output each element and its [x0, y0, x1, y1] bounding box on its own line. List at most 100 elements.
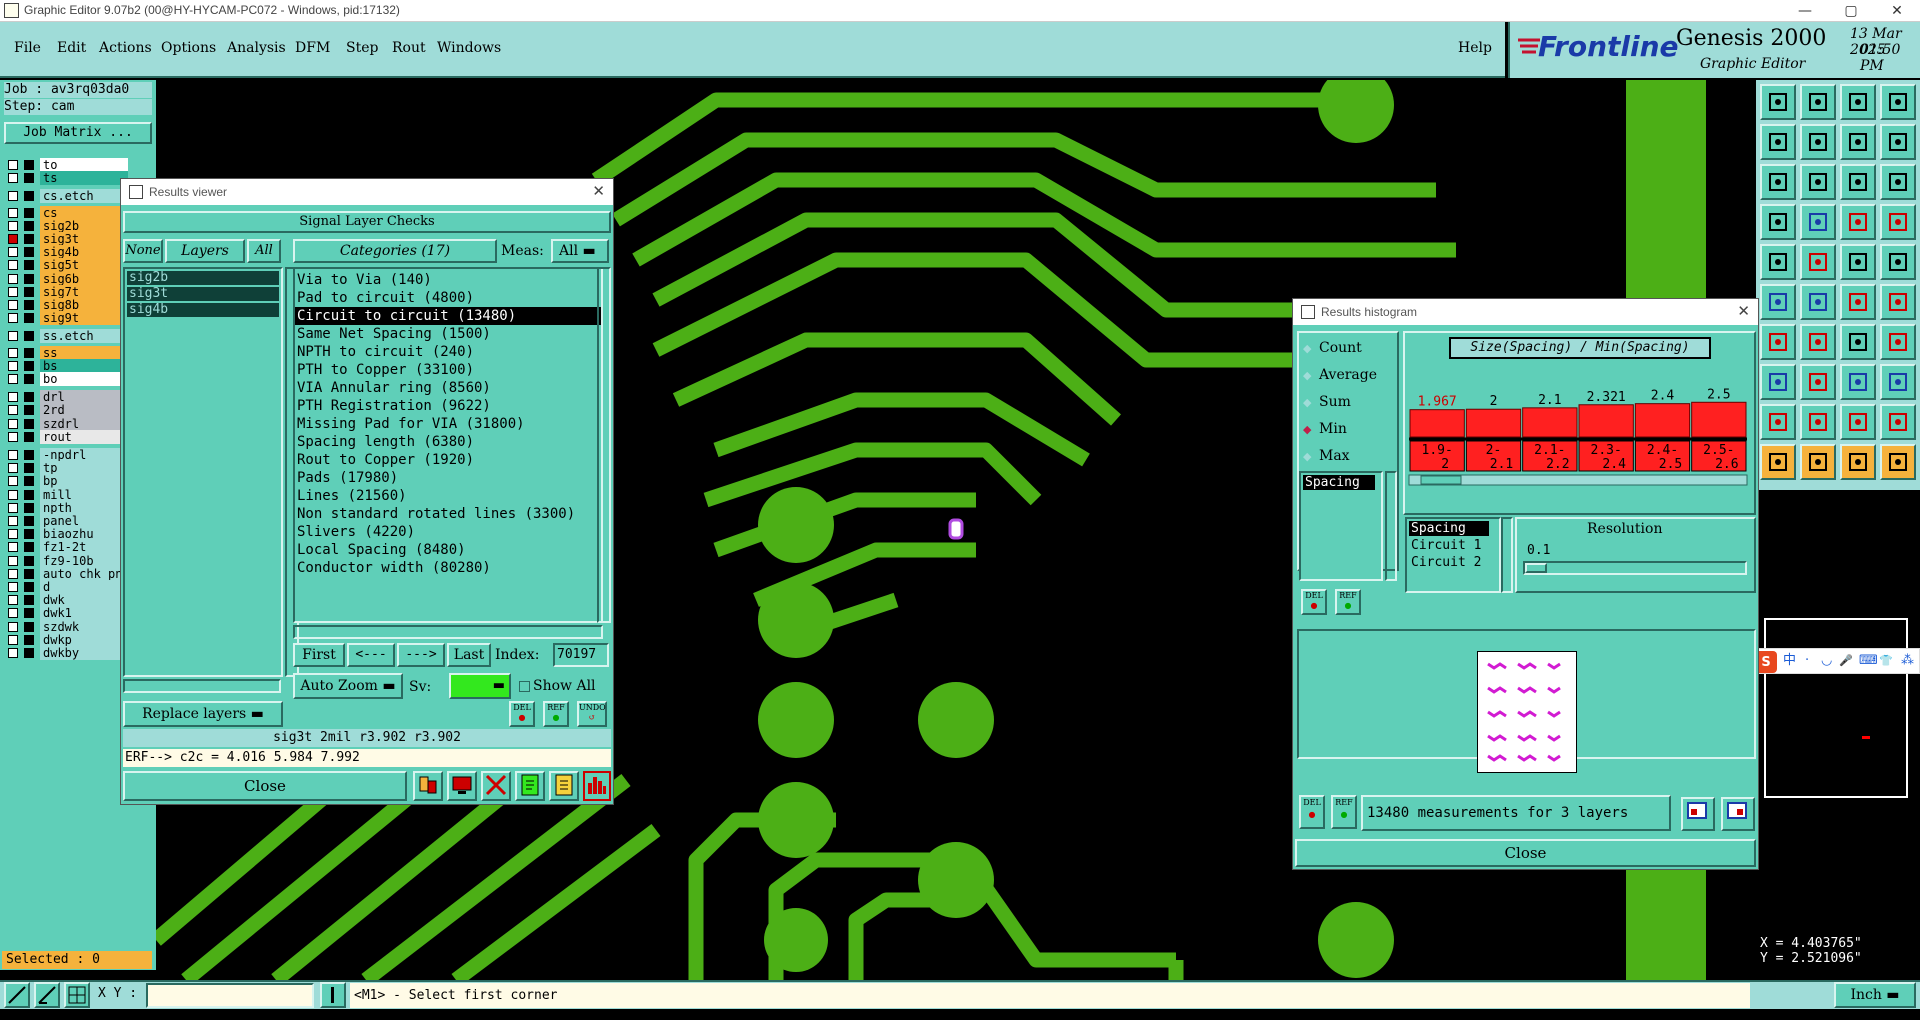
- layer-name[interactable]: bs: [40, 358, 128, 373]
- layer-row-szdwk[interactable]: szdwk: [8, 619, 128, 634]
- layer-checkbox[interactable]: [8, 173, 18, 184]
- layer-row-sig8b[interactable]: sig8b: [8, 298, 128, 312]
- align-icon[interactable]: [1880, 204, 1916, 240]
- close-window-button[interactable]: ✕: [1874, 0, 1920, 22]
- maximize-button[interactable]: ▢: [1828, 0, 1874, 22]
- layer-checkbox[interactable]: [8, 608, 18, 619]
- menu-rout[interactable]: Rout: [392, 40, 426, 56]
- none-button[interactable]: None: [123, 239, 163, 263]
- crossed-tool-icon[interactable]: [481, 771, 511, 801]
- layer-checkbox[interactable]: [8, 463, 18, 474]
- layer-row-sig3t[interactable]: sig3t: [8, 232, 128, 246]
- layer-name[interactable]: sig4b: [40, 245, 128, 260]
- layer-name[interactable]: cs.etch: [40, 189, 128, 204]
- units-dropdown[interactable]: Inch ▬: [1834, 982, 1916, 1008]
- hist-ref-button[interactable]: REF ●: [1335, 589, 1361, 615]
- layer-row-to[interactable]: to: [8, 158, 128, 172]
- layer-swatch[interactable]: [24, 516, 34, 526]
- layer-swatch[interactable]: [24, 347, 34, 358]
- layer-checkbox[interactable]: [8, 260, 18, 271]
- layer-checkbox[interactable]: [8, 516, 18, 526]
- radio-icon[interactable]: ◆: [1303, 446, 1319, 468]
- category-item[interactable]: NPTH to circuit (240): [295, 343, 601, 361]
- line-node-icon[interactable]: [1840, 284, 1876, 320]
- results-viewer-close-icon[interactable]: ✕: [592, 182, 605, 200]
- category-list-scrollbar[interactable]: [597, 267, 611, 623]
- notes-icon[interactable]: [549, 771, 579, 801]
- menu-options[interactable]: Options: [161, 40, 216, 56]
- ime-menu-icon[interactable]: ⁂: [1901, 649, 1914, 673]
- ref-button[interactable]: REF ●: [543, 701, 569, 727]
- histogram-scroll-thumb[interactable]: [1420, 475, 1462, 485]
- layer-row-sig9t[interactable]: sig9t: [8, 311, 128, 326]
- category-item[interactable]: Lines (21560): [295, 487, 601, 505]
- layer-swatch[interactable]: [24, 260, 34, 271]
- replace-layers-dropdown[interactable]: Replace layers ▬: [123, 701, 283, 727]
- monitor-icon[interactable]: [447, 771, 477, 801]
- layer-name[interactable]: npth: [40, 500, 128, 515]
- layer-swatch[interactable]: [24, 476, 34, 487]
- histogram-close-button[interactable]: Close: [1295, 839, 1756, 867]
- camera-icon[interactable]: [1760, 244, 1796, 280]
- layer-name[interactable]: sig7t: [40, 284, 128, 299]
- layer-checkbox[interactable]: [8, 568, 18, 579]
- step-icon[interactable]: [1880, 324, 1916, 360]
- category-item[interactable]: Rout to Copper (1920): [295, 451, 601, 469]
- resolution-slider-thumb[interactable]: [1525, 563, 1547, 573]
- layer-name[interactable]: mill: [40, 487, 128, 502]
- layer-checkbox[interactable]: [8, 431, 18, 442]
- ime-keyboard-icon[interactable]: ⌨: [1859, 649, 1878, 673]
- layer-row-cs.etch[interactable]: cs.etch: [8, 189, 128, 204]
- snap-right-icon[interactable]: [1800, 124, 1836, 160]
- layer-checkbox[interactable]: [8, 247, 18, 258]
- histogram-close-icon[interactable]: ✕: [1737, 302, 1750, 320]
- layer-checkbox[interactable]: [8, 234, 18, 244]
- layers-button[interactable]: Layers: [165, 239, 245, 263]
- layer-checkbox[interactable]: [8, 489, 18, 500]
- index-input[interactable]: 70197: [553, 643, 609, 667]
- layer-swatch[interactable]: [24, 286, 34, 297]
- save-icon[interactable]: [1800, 84, 1836, 120]
- circle-icon[interactable]: [1880, 244, 1916, 280]
- histogram-bar[interactable]: [1691, 401, 1747, 438]
- job-matrix-button[interactable]: Job Matrix ...: [4, 122, 152, 144]
- layer-name[interactable]: fz9-10b: [40, 553, 128, 568]
- trapezoid-icon[interactable]: [1840, 404, 1876, 440]
- center-icon[interactable]: [1800, 164, 1836, 200]
- layer-swatch[interactable]: [24, 273, 34, 284]
- layer-checkbox[interactable]: [8, 582, 18, 592]
- layer-name[interactable]: szdwk: [40, 619, 128, 634]
- radio-icon[interactable]: ◆: [1303, 392, 1319, 414]
- layer-swatch[interactable]: [24, 621, 34, 632]
- layer-row-sig7t[interactable]: sig7t: [8, 284, 128, 299]
- category-item[interactable]: Local Spacing (8480): [295, 541, 601, 559]
- layer-checkbox[interactable]: [8, 160, 18, 170]
- undo-button[interactable]: UNDO ↺: [577, 701, 607, 727]
- layer-swatch[interactable]: [24, 313, 34, 324]
- layer-swatch[interactable]: [24, 463, 34, 474]
- layer-row-rout[interactable]: rout: [8, 429, 128, 444]
- overview-map[interactable]: [1756, 490, 1920, 930]
- histogram-chart[interactable]: 1.9671.9-222-2.12.12.1-2.22.3212.3-2.42.…: [1405, 361, 1754, 513]
- layer-swatch[interactable]: [24, 634, 34, 645]
- layer-row-sig4b[interactable]: sig4b: [8, 245, 128, 260]
- del-button[interactable]: DEL ●: [509, 701, 535, 727]
- layer-row-sig2b[interactable]: sig2b: [8, 218, 128, 233]
- aggregate-option-average[interactable]: ◆ Average: [1303, 364, 1377, 386]
- layer-swatch[interactable]: [24, 568, 34, 579]
- layer-checkbox[interactable]: [8, 273, 18, 284]
- layer-row-mill[interactable]: mill: [8, 487, 128, 502]
- layer-row-dwk[interactable]: dwk: [8, 593, 128, 608]
- ime-punct-icon[interactable]: ·: [1805, 649, 1809, 673]
- category-item[interactable]: Same Net Spacing (1500): [295, 325, 601, 343]
- layer-row-bs[interactable]: bs: [8, 358, 128, 373]
- resize-cursor-icon[interactable]: [1880, 444, 1916, 480]
- layer-name[interactable]: sig9t: [40, 311, 128, 326]
- xy-input[interactable]: [146, 983, 314, 1008]
- layer-swatch[interactable]: [24, 220, 34, 231]
- layer-row-dwk1[interactable]: dwk1: [8, 606, 128, 621]
- exit-step-icon[interactable]: [1760, 84, 1796, 120]
- layer-row-d[interactable]: d: [8, 580, 128, 594]
- layer-swatch[interactable]: [24, 300, 34, 310]
- measure-icon[interactable]: [34, 982, 60, 1008]
